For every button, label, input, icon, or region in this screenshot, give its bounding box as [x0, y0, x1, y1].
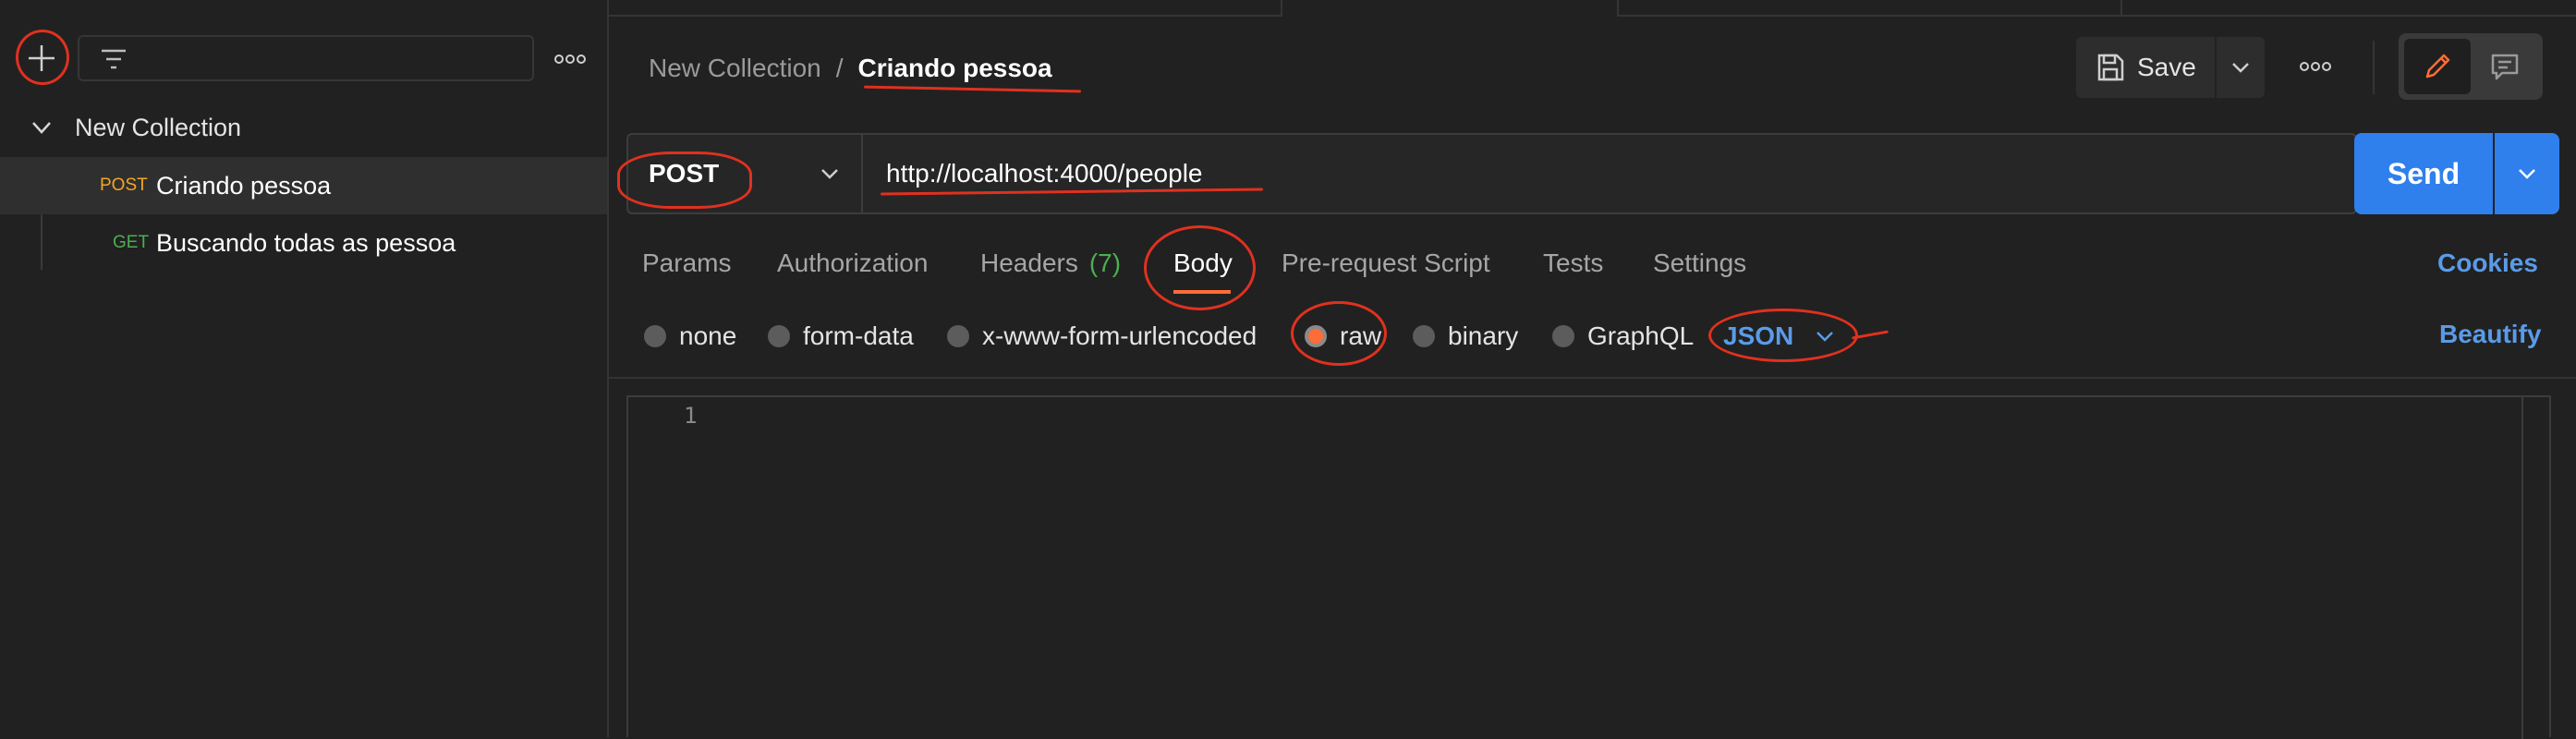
- more-horizontal-icon: [2300, 62, 2331, 71]
- chevron-down-icon: [1814, 325, 1836, 347]
- chevron-down-icon: [2519, 169, 2535, 179]
- collection-name: New Collection: [75, 113, 242, 141]
- method-badge: GET: [113, 233, 150, 252]
- radio-binary[interactable]: binary: [1413, 318, 1518, 355]
- cookies-link[interactable]: Cookies: [2437, 242, 2538, 285]
- radio-label: form-data: [803, 321, 914, 350]
- beautify-link[interactable]: Beautify: [2439, 320, 2541, 349]
- format-select[interactable]: JSON: [1723, 318, 1836, 355]
- request-name: Criando pessoa: [156, 171, 332, 200]
- headers-count-badge: (7): [1088, 248, 1122, 277]
- radio-raw[interactable]: raw: [1305, 318, 1381, 355]
- tab-divider: [2120, 0, 2122, 15]
- radio-urlencoded[interactable]: x-www-form-urlencoded: [947, 318, 1257, 355]
- view-toggle: [2399, 33, 2543, 100]
- tab-strip: [609, 0, 2576, 18]
- main-pane: New Collection / Criando pessoa Save POS…: [609, 0, 2576, 739]
- new-button[interactable]: [18, 35, 65, 81]
- save-dropdown-button[interactable]: [2217, 37, 2265, 98]
- chevron-down-icon: [819, 163, 841, 189]
- tab-params[interactable]: Params: [642, 242, 731, 285]
- filter-search-box[interactable]: [78, 35, 534, 81]
- sidebar: New Collection POST Criando pessoa GET B…: [0, 0, 609, 737]
- annotation-underline: [1852, 330, 1889, 340]
- send-label: Send: [2387, 156, 2461, 190]
- request-item-buscando-todas[interactable]: GET Buscando todas as pessoa: [0, 214, 607, 272]
- format-value: JSON: [1723, 321, 1794, 350]
- breadcrumb-parent[interactable]: New Collection: [649, 54, 821, 83]
- tab-body[interactable]: Body: [1173, 242, 1233, 285]
- pencil-icon: [2425, 54, 2450, 79]
- radio-button-selected[interactable]: [1305, 325, 1327, 347]
- request-bar: POST http://localhost:4000/people: [626, 133, 2357, 214]
- comments-button[interactable]: [2473, 39, 2537, 94]
- radio-button[interactable]: [947, 325, 969, 347]
- tab-settings[interactable]: Settings: [1653, 242, 1746, 285]
- save-icon: [2095, 52, 2126, 83]
- plus-icon: [29, 45, 55, 71]
- tab-authorization[interactable]: Authorization: [777, 242, 928, 285]
- send-button[interactable]: Send: [2354, 133, 2493, 214]
- request-item-criando-pessoa[interactable]: POST Criando pessoa: [0, 157, 607, 214]
- url-input[interactable]: http://localhost:4000/people: [863, 135, 2355, 212]
- filter-icon: [98, 44, 129, 79]
- tab-tests[interactable]: Tests: [1543, 242, 1603, 285]
- collection-row[interactable]: New Collection: [0, 99, 607, 156]
- radio-button[interactable]: [768, 325, 790, 347]
- line-number: 1: [684, 403, 698, 429]
- method-badge: POST: [100, 176, 148, 195]
- edit-mode-button[interactable]: [2404, 39, 2471, 94]
- tab-divider: [1617, 0, 1619, 15]
- request-name: Buscando todas as pessoa: [156, 228, 456, 257]
- radio-graphql[interactable]: GraphQL: [1552, 318, 1694, 355]
- send-dropdown-button[interactable]: [2495, 133, 2559, 214]
- more-options-button[interactable]: [547, 41, 593, 78]
- body-editor[interactable]: 1: [626, 395, 2551, 739]
- method-select[interactable]: POST: [628, 135, 863, 212]
- radio-label: none: [679, 321, 737, 350]
- chevron-down-icon: [30, 115, 54, 144]
- method-value: POST: [649, 159, 720, 188]
- active-tab-indicator: [1173, 290, 1231, 294]
- search-input[interactable]: [144, 42, 517, 76]
- tab-prerequest-script[interactable]: Pre-request Script: [1282, 242, 1490, 285]
- radio-button[interactable]: [1413, 325, 1435, 347]
- breadcrumb: New Collection / Criando pessoa: [649, 50, 1052, 87]
- breadcrumb-separator: /: [835, 54, 844, 82]
- radio-none[interactable]: none: [644, 318, 736, 355]
- tab-headers-label: Headers: [980, 248, 1078, 277]
- save-label: Save: [2137, 53, 2196, 81]
- radio-label: GraphQL: [1587, 321, 1695, 350]
- radio-button[interactable]: [644, 325, 666, 347]
- radio-label: x-www-form-urlencoded: [982, 321, 1258, 350]
- section-divider: [609, 377, 2576, 379]
- more-actions-button[interactable]: [2292, 48, 2339, 85]
- save-button[interactable]: Save: [2076, 37, 2215, 98]
- radio-button[interactable]: [1552, 325, 1574, 347]
- more-horizontal-icon: [554, 55, 586, 64]
- chevron-down-icon: [2232, 63, 2249, 73]
- tab-active[interactable]: [1282, 0, 1617, 18]
- radio-label: raw: [1340, 321, 1382, 350]
- header-divider: [2373, 41, 2375, 94]
- radio-form-data[interactable]: form-data: [768, 318, 914, 355]
- tab-headers[interactable]: Headers (7): [980, 242, 1121, 285]
- editor-scrollbar-track[interactable]: [2521, 397, 2523, 739]
- comment-icon: [2491, 54, 2519, 80]
- radio-label: binary: [1448, 321, 1519, 350]
- url-value: http://localhost:4000/people: [886, 159, 1203, 188]
- breadcrumb-current[interactable]: Criando pessoa: [858, 54, 1052, 83]
